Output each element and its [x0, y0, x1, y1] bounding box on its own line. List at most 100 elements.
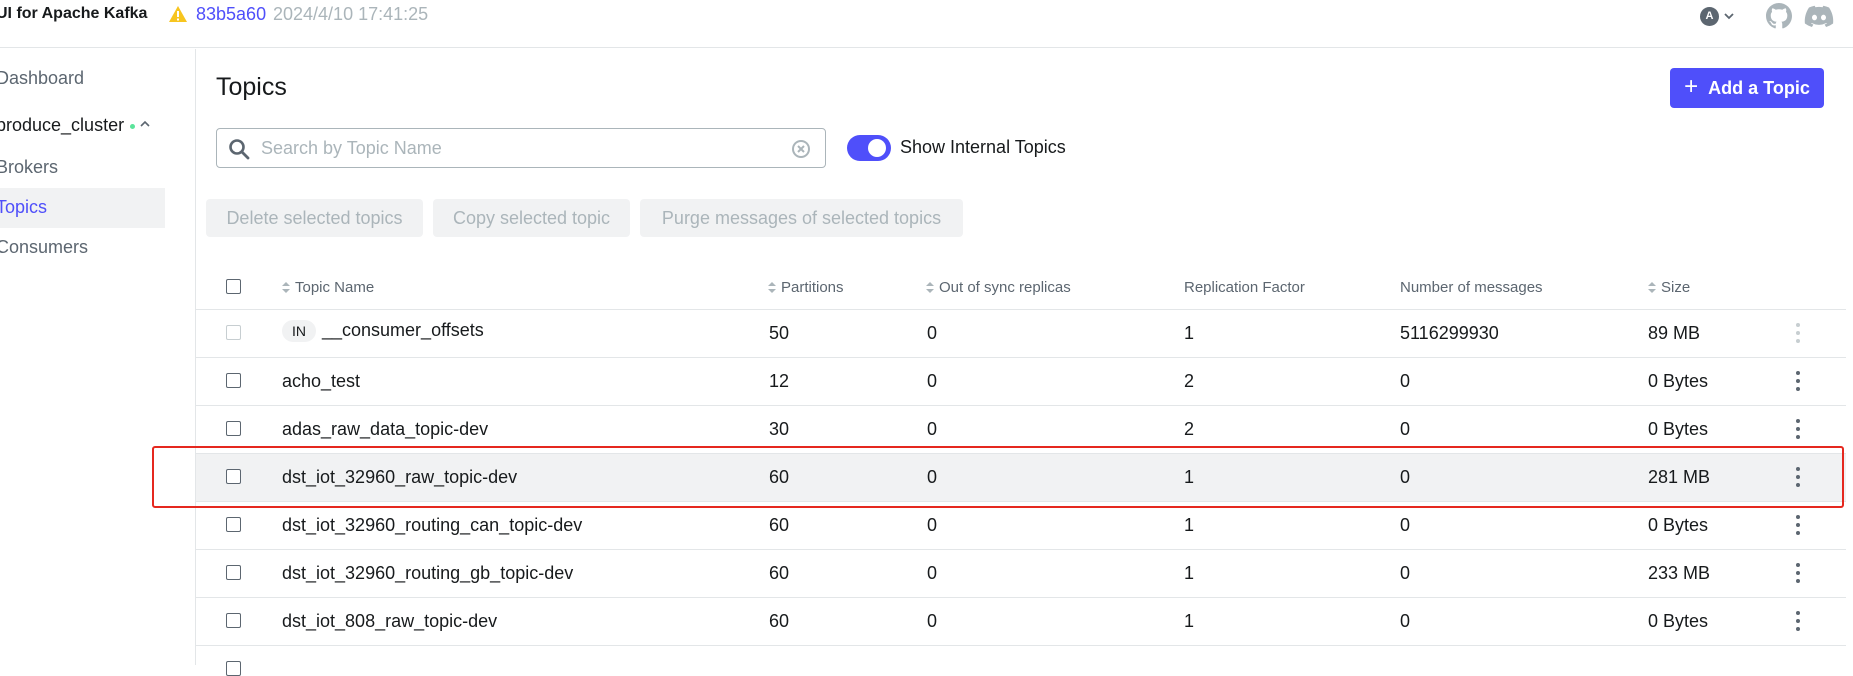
- add-topic-button[interactable]: + Add a Topic: [1670, 68, 1824, 108]
- row-checkbox[interactable]: [226, 565, 241, 580]
- header-out-of-sync[interactable]: Out of sync replicas: [926, 279, 1071, 296]
- show-internal-toggle[interactable]: [847, 135, 891, 161]
- topic-name[interactable]: dst_iot_32960_raw_topic-dev: [282, 467, 517, 488]
- cluster-status-dot: [130, 123, 136, 129]
- size-cell: 0 Bytes: [1648, 515, 1709, 535]
- partitions-cell: 30: [769, 419, 790, 439]
- replication-cell: 1: [1184, 563, 1195, 583]
- row-checkbox[interactable]: [226, 613, 241, 628]
- row-menu-icon[interactable]: [1794, 417, 1802, 441]
- build-date: 2024/4/10 17:41:25: [273, 4, 429, 24]
- row-menu-icon[interactable]: [1794, 465, 1802, 489]
- sort-icon: [282, 282, 290, 293]
- row-checkbox[interactable]: [226, 661, 241, 676]
- size-cell: 233 MB: [1648, 563, 1711, 583]
- partitions-cell: 60: [769, 611, 790, 631]
- sidebar-item-consumers[interactable]: Consumers: [0, 237, 88, 258]
- page-title: Topics: [216, 73, 287, 101]
- row-menu-icon[interactable]: [1794, 513, 1802, 537]
- copy-selected-button[interactable]: Copy selected topic: [433, 199, 630, 237]
- chevron-down-icon: [1724, 13, 1734, 20]
- replication-cell: 1: [1184, 323, 1195, 343]
- out-of-sync-cell: 0: [927, 419, 938, 439]
- messages-cell: 0: [1400, 419, 1411, 439]
- row-menu-icon[interactable]: [1794, 369, 1802, 393]
- out-of-sync-cell: 0: [927, 611, 938, 631]
- topic-name[interactable]: IN __consumer_offsets: [282, 320, 484, 343]
- topic-name[interactable]: dst_iot_808_raw_topic-dev: [282, 611, 497, 632]
- table-row[interactable]: dst_iot_32960_routing_can_topic-dev 60 0…: [196, 501, 1846, 549]
- partitions-cell: 60: [769, 563, 790, 583]
- messages-cell: 0: [1400, 515, 1411, 535]
- messages-cell: 0: [1400, 611, 1411, 631]
- partitions-cell: 60: [769, 467, 790, 487]
- header-partitions[interactable]: Partitions: [768, 279, 844, 296]
- messages-cell: 0: [1400, 467, 1411, 487]
- table-row[interactable]: dst_iot_32960_routing_gb_topic-dev 60 0 …: [196, 549, 1846, 597]
- partitions-cell: 50: [769, 323, 790, 343]
- row-checkbox[interactable]: [226, 469, 241, 484]
- sidebar-item-topics[interactable]: Topics: [0, 197, 47, 218]
- row-checkbox[interactable]: [226, 373, 241, 388]
- messages-cell: 0: [1400, 563, 1411, 583]
- sort-icon: [926, 282, 934, 293]
- size-cell: 281 MB: [1648, 467, 1711, 487]
- user-menu[interactable]: A: [1700, 5, 1744, 27]
- partitions-cell: 12: [769, 371, 790, 391]
- sidebar-item-dashboard[interactable]: Dashboard: [0, 68, 84, 89]
- purge-messages-button[interactable]: Purge messages of selected topics: [640, 199, 963, 237]
- replication-cell: 2: [1184, 419, 1195, 439]
- delete-selected-button[interactable]: Delete selected topics: [206, 199, 423, 237]
- topic-name[interactable]: dst_iot_32960_routing_can_topic-dev: [282, 515, 582, 536]
- table-row[interactable]: dst_iot_808_raw_topic-dev 60 0 1 0 0 Byt…: [196, 597, 1846, 645]
- add-topic-label: Add a Topic: [1708, 77, 1810, 98]
- discord-icon[interactable]: [1804, 3, 1834, 29]
- chevron-up-icon[interactable]: [138, 117, 152, 131]
- topic-name[interactable]: acho_test: [282, 371, 360, 392]
- plus-icon: +: [1684, 73, 1699, 100]
- partitions-cell: 60: [769, 515, 790, 535]
- row-checkbox[interactable]: [226, 517, 241, 532]
- row-menu-icon[interactable]: [1794, 609, 1802, 633]
- sort-icon: [1648, 282, 1656, 293]
- header-topic-name[interactable]: Topic Name: [282, 279, 374, 296]
- out-of-sync-cell: 0: [927, 371, 938, 391]
- replication-cell: 2: [1184, 371, 1195, 391]
- table-row[interactable]: acho_test 12 0 2 0 0 Bytes: [196, 357, 1846, 405]
- out-of-sync-cell: 0: [927, 563, 938, 583]
- topic-name[interactable]: adas_raw_data_topic-dev: [282, 419, 488, 440]
- cluster-name: produce_cluster: [0, 115, 125, 135]
- topic-name[interactable]: dst_iot_32960_routing_gb_topic-dev: [282, 563, 573, 584]
- row-menu-icon: [1794, 321, 1802, 345]
- search-icon: [229, 139, 250, 160]
- search-input[interactable]: [261, 129, 781, 167]
- toggle-knob: [868, 139, 886, 157]
- commit-link[interactable]: 83b5a60: [196, 4, 266, 25]
- size-cell: 0 Bytes: [1648, 611, 1709, 631]
- row-checkbox[interactable]: [226, 421, 241, 436]
- row-menu-icon[interactable]: [1794, 561, 1802, 585]
- warning-icon: [169, 6, 187, 22]
- select-all-checkbox[interactable]: [226, 279, 241, 294]
- replication-cell: 1: [1184, 515, 1195, 535]
- header-number-of-messages: Number of messages: [1400, 279, 1543, 296]
- messages-cell: 0: [1400, 371, 1411, 391]
- messages-cell: 5116299930: [1400, 323, 1499, 343]
- out-of-sync-cell: 0: [927, 467, 938, 487]
- search-box: [216, 128, 826, 168]
- sidebar-item-cluster[interactable]: produce_cluster: [0, 115, 136, 136]
- table-row[interactable]: IN __consumer_offsets 50 0 1 5116299930 8…: [196, 309, 1846, 357]
- header-size[interactable]: Size: [1648, 279, 1690, 296]
- row-checkbox: [226, 325, 241, 340]
- sidebar-item-brokers[interactable]: Brokers: [0, 157, 58, 178]
- size-cell: 0 Bytes: [1648, 419, 1709, 439]
- table-row[interactable]: adas_raw_data_topic-dev 30 0 2 0 0 Bytes: [196, 405, 1846, 453]
- user-avatar: A: [1700, 6, 1719, 26]
- app-brand[interactable]: UI for Apache Kafka: [0, 5, 147, 23]
- top-navbar: UI for Apache Kafka 83b5a60 2024/4/10 17…: [0, 0, 1853, 48]
- size-cell: 89 MB: [1648, 323, 1701, 343]
- size-cell: 0 Bytes: [1648, 371, 1709, 391]
- clear-search-icon[interactable]: [791, 139, 811, 159]
- table-row-highlighted[interactable]: dst_iot_32960_raw_topic-dev 60 0 1 0 281…: [196, 453, 1846, 501]
- github-icon[interactable]: [1766, 3, 1792, 29]
